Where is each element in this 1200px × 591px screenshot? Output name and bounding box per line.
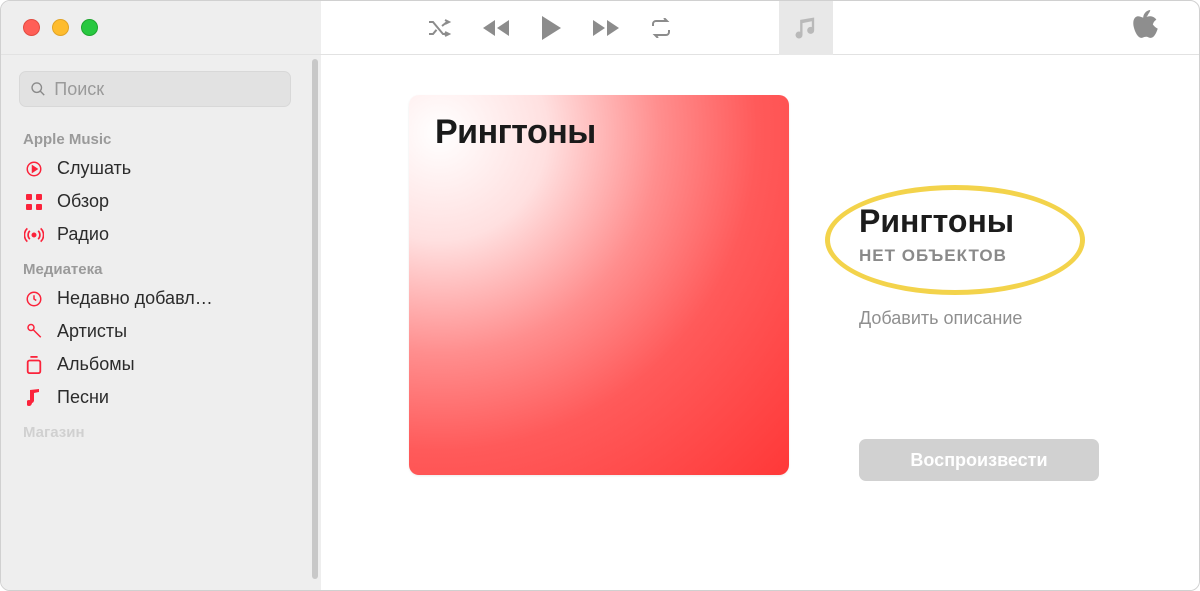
play-playlist-button[interactable]: Воспроизвести <box>859 439 1099 481</box>
sidebar: Apple Music Слушать Обзор Радио Медиатек… <box>1 55 321 590</box>
repeat-button[interactable] <box>649 18 673 38</box>
grid-icon <box>23 194 45 210</box>
sidebar-item-radio[interactable]: Радио <box>1 218 309 251</box>
sidebar-item-listen[interactable]: Слушать <box>1 152 309 185</box>
close-button[interactable] <box>23 19 40 36</box>
sidebar-item-label: Недавно добавл… <box>57 288 213 309</box>
annotation-ellipse <box>825 185 1085 295</box>
playlist-meta: Рингтоны НЕТ ОБЪЕКТОВ Добавить описание … <box>859 95 1099 590</box>
section-header-library: Медиатека <box>1 251 309 282</box>
search-icon <box>30 80 46 98</box>
mic-icon <box>23 323 45 341</box>
sidebar-item-recently-added[interactable]: Недавно добавл… <box>1 282 309 315</box>
search-input[interactable] <box>54 79 280 100</box>
play-circle-icon <box>23 160 45 178</box>
section-header-store: Магазин <box>1 414 309 445</box>
sidebar-item-label: Радио <box>57 224 109 245</box>
radio-icon <box>23 226 45 244</box>
section-header-apple-music: Apple Music <box>1 121 309 152</box>
minimize-button[interactable] <box>52 19 69 36</box>
playlist-description[interactable]: Добавить описание <box>859 308 1099 329</box>
note-icon <box>23 389 45 407</box>
sidebar-item-browse[interactable]: Обзор <box>1 185 309 218</box>
shuffle-button[interactable] <box>427 18 453 38</box>
sidebar-item-label: Артисты <box>57 321 127 342</box>
sidebar-item-albums[interactable]: Альбомы <box>1 348 309 381</box>
playlist-cover-title: Рингтоны <box>435 113 596 152</box>
playback-controls <box>321 15 779 41</box>
search-field[interactable] <box>19 71 291 107</box>
sidebar-item-songs[interactable]: Песни <box>1 381 309 414</box>
sidebar-item-label: Песни <box>57 387 109 408</box>
next-button[interactable] <box>589 18 623 38</box>
sidebar-item-label: Слушать <box>57 158 131 179</box>
apple-logo-icon <box>1133 10 1159 45</box>
sidebar-item-artists[interactable]: Артисты <box>1 315 309 348</box>
maximize-button[interactable] <box>81 19 98 36</box>
playlist-title[interactable]: Рингтоны <box>859 203 1099 240</box>
sidebar-item-label: Обзор <box>57 191 109 212</box>
album-icon <box>23 356 45 374</box>
previous-button[interactable] <box>479 18 513 38</box>
main-content: Рингтоны Рингтоны НЕТ ОБЪЕКТОВ Добавить … <box>321 55 1199 590</box>
titlebar-right <box>779 1 1199 54</box>
music-note-icon <box>792 14 820 42</box>
playlist-subtitle: НЕТ ОБЪЕКТОВ <box>859 246 1099 266</box>
window-controls <box>1 1 321 54</box>
sidebar-item-label: Альбомы <box>57 354 135 375</box>
clock-icon <box>23 290 45 308</box>
play-button[interactable] <box>539 15 563 41</box>
now-playing-tile[interactable] <box>779 1 833 55</box>
sidebar-scrollbar[interactable] <box>309 55 321 590</box>
music-app-window: Apple Music Слушать Обзор Радио Медиатек… <box>0 0 1200 591</box>
app-body: Apple Music Слушать Обзор Радио Медиатек… <box>1 55 1199 590</box>
playlist-cover[interactable]: Рингтоны <box>409 95 789 475</box>
titlebar <box>1 1 1199 55</box>
